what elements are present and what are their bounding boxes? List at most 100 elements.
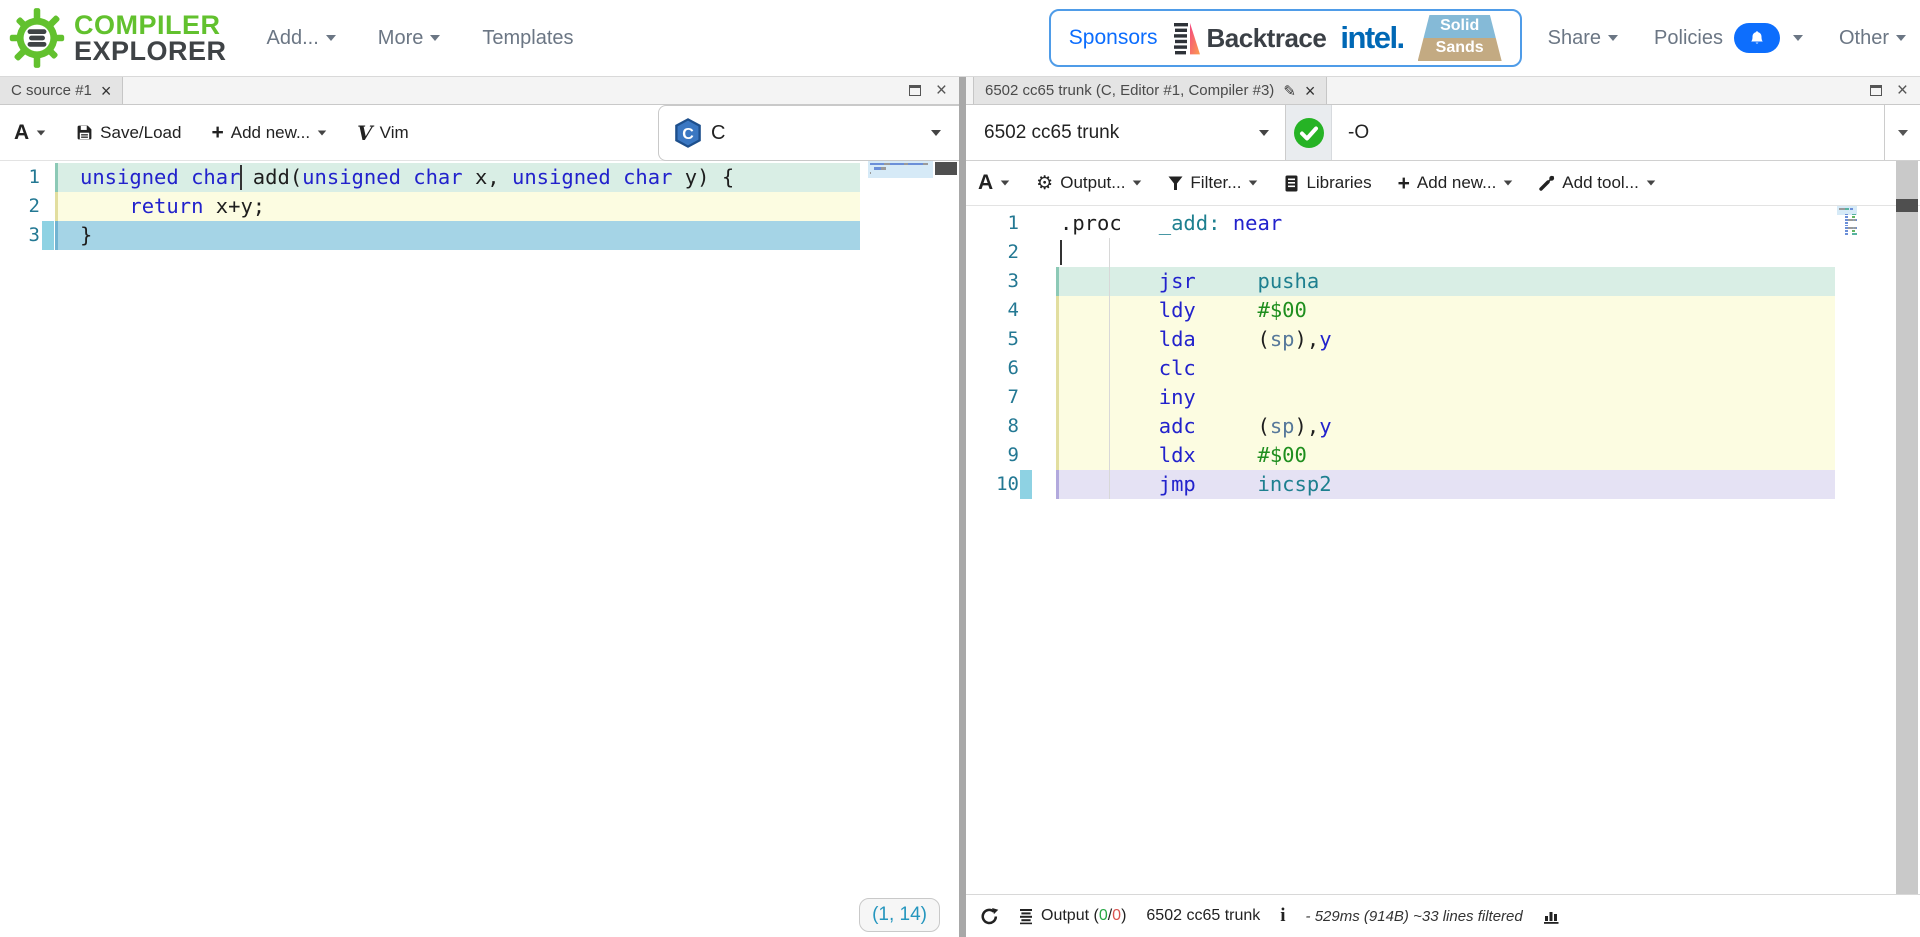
site-logo[interactable]: COMPILER EXPLORER (8, 6, 227, 70)
font-size-button[interactable]: A (978, 171, 1010, 195)
nav-share-dropdown[interactable]: Share (1548, 27, 1619, 50)
source-editor[interactable]: 1 unsigned char add(unsigned char x, unsi… (0, 161, 959, 937)
main-nav: Add... More Templates (267, 27, 574, 50)
source-toolbar: A Save/Load + Add new... V Vim C C (0, 105, 959, 161)
asm-output-editor[interactable]: 1 .proc _add: near 2 3 jsr pusha 4 ldy #$00 5… (966, 206, 1920, 894)
caret-down-icon (1792, 35, 1803, 41)
caret-down-icon (1504, 180, 1513, 186)
output-toggle-button[interactable]: Output (0/0) (1019, 907, 1126, 925)
close-icon[interactable]: × (101, 82, 112, 100)
text-cursor (240, 165, 243, 190)
sponsor-solidsands[interactable]: Solid Sands (1417, 15, 1502, 61)
bell-icon (1749, 30, 1765, 47)
compile-info[interactable]: i (1280, 905, 1285, 927)
caret-down-icon (36, 129, 46, 136)
indent-guide (1109, 238, 1110, 499)
minimap[interactable] (1837, 206, 1857, 266)
save-load-button[interactable]: Save/Load (76, 123, 181, 143)
plus-icon: + (211, 121, 224, 144)
output-count: Output (0/0) (1041, 907, 1127, 924)
compiler-select[interactable]: 6502 cc65 trunk (966, 105, 1286, 160)
caret-down-icon (1896, 35, 1906, 41)
add-new-button[interactable]: + Add new... (1398, 173, 1514, 194)
code-line[interactable]: 3} (0, 221, 959, 250)
workspace: C source #1 × × A Save/Load + Add new...… (0, 77, 1920, 937)
sponsor-intel[interactable]: intel. (1340, 20, 1405, 56)
nav-more-dropdown[interactable]: More (378, 27, 441, 50)
nav-other-dropdown[interactable]: Other (1839, 27, 1906, 50)
code-line-body[interactable]: unsigned char add(unsigned char x, unsig… (55, 163, 860, 192)
recompile-button[interactable] (980, 907, 999, 926)
floppy-icon (76, 124, 93, 141)
code-line-body[interactable]: } (55, 221, 860, 250)
caret-down-icon (317, 129, 327, 136)
line-number[interactable]: 10 (966, 470, 1056, 499)
code-line-body[interactable]: ldx #$00 (1056, 441, 1835, 470)
line-number[interactable]: 3 (966, 267, 1056, 296)
output-options-button[interactable]: ⚙ Output... (1036, 173, 1142, 193)
tab-c-source[interactable]: C source #1 × (0, 77, 124, 104)
vertical-scrollbar[interactable] (1896, 161, 1918, 894)
cursor-position-badge: (1, 14) (859, 898, 940, 932)
code-line-body[interactable]: lda (sp),y (1056, 325, 1835, 354)
text-cursor (1060, 240, 1062, 265)
code-line-body[interactable] (1056, 238, 1835, 267)
line-number[interactable]: 6 (966, 354, 1056, 383)
code-line[interactable]: 1 .proc _add: near (966, 209, 1920, 238)
timing-text: - 529ms (914B) ~33 lines filtered (1305, 907, 1523, 925)
code-line-body[interactable]: jsr pusha (1056, 267, 1835, 296)
tab-compiler[interactable]: 6502 cc65 trunk (C, Editor #1, Compiler … (973, 77, 1328, 104)
line-number[interactable]: 2 (966, 238, 1056, 267)
code-line[interactable]: 1 unsigned char add(unsigned char x, unsi… (0, 163, 959, 192)
close-icon[interactable]: × (1305, 82, 1316, 100)
close-icon[interactable]: × (936, 81, 947, 100)
nav-policies-dropdown[interactable]: Policies (1654, 23, 1803, 53)
sponsor-backtrace[interactable]: Backtrace (1172, 19, 1327, 57)
language-select[interactable]: C C (658, 105, 959, 161)
source-code-lines[interactable]: 1 unsigned char add(unsigned char x, unsi… (0, 163, 959, 250)
backtrace-logo-icon (1172, 19, 1202, 57)
code-line-body[interactable]: adc (sp),y (1056, 412, 1835, 441)
code-line-body[interactable]: ldy #$00 (1056, 296, 1835, 325)
line-number[interactable]: 2 (0, 192, 55, 221)
font-size-button[interactable]: A (14, 121, 46, 145)
line-number[interactable]: 5 (966, 325, 1056, 354)
filter-button[interactable]: Filter... (1168, 173, 1258, 193)
nav-add-dropdown[interactable]: Add... (267, 27, 336, 50)
compile-status-cell (1286, 105, 1332, 160)
compiler-options-input[interactable] (1332, 105, 1884, 160)
notification-badge[interactable] (1733, 23, 1780, 53)
line-number[interactable]: 1 (966, 209, 1056, 238)
line-number[interactable]: 1 (0, 163, 55, 192)
vim-toggle-button[interactable]: V Vim (357, 121, 409, 145)
plus-icon: + (1397, 171, 1410, 195)
line-number[interactable]: 7 (966, 383, 1056, 412)
close-icon[interactable]: × (1897, 81, 1908, 100)
sponsors-banner: Sponsors Backtrace intel. Solid Sands (1048, 9, 1522, 67)
maximize-icon[interactable] (1869, 85, 1882, 96)
line-number[interactable]: 4 (966, 296, 1056, 325)
code-line-body[interactable]: .proc _add: near (1056, 209, 1835, 238)
maximize-icon[interactable] (908, 85, 921, 96)
add-new-button[interactable]: + Add new... (211, 122, 327, 143)
code-line[interactable]: 2 return x+y; (0, 192, 959, 221)
nav-templates[interactable]: Templates (482, 27, 573, 50)
stats-chart-button[interactable] (1543, 908, 1560, 924)
code-line-body[interactable]: clc (1056, 354, 1835, 383)
sponsors-label[interactable]: Sponsors (1069, 26, 1158, 50)
scrollbar-thumb[interactable] (935, 162, 957, 175)
vim-icon: V (357, 120, 373, 145)
gear-logo-icon (8, 6, 66, 70)
scrollbar-thumb[interactable] (1896, 199, 1918, 212)
minimap[interactable] (868, 161, 933, 221)
code-line-body[interactable]: jmp incsp2 (1056, 470, 1835, 499)
options-dropdown-button[interactable] (1884, 105, 1920, 160)
pencil-icon[interactable]: ✎ (1283, 82, 1296, 100)
code-line-body[interactable]: iny (1056, 383, 1835, 412)
libraries-button[interactable]: Libraries (1284, 173, 1372, 193)
logo-wordmark: COMPILER EXPLORER (74, 10, 227, 66)
code-line-body[interactable]: return x+y; (55, 192, 860, 221)
line-number[interactable]: 9 (966, 441, 1056, 470)
add-tool-button[interactable]: Add tool... (1539, 173, 1656, 193)
line-number[interactable]: 8 (966, 412, 1056, 441)
